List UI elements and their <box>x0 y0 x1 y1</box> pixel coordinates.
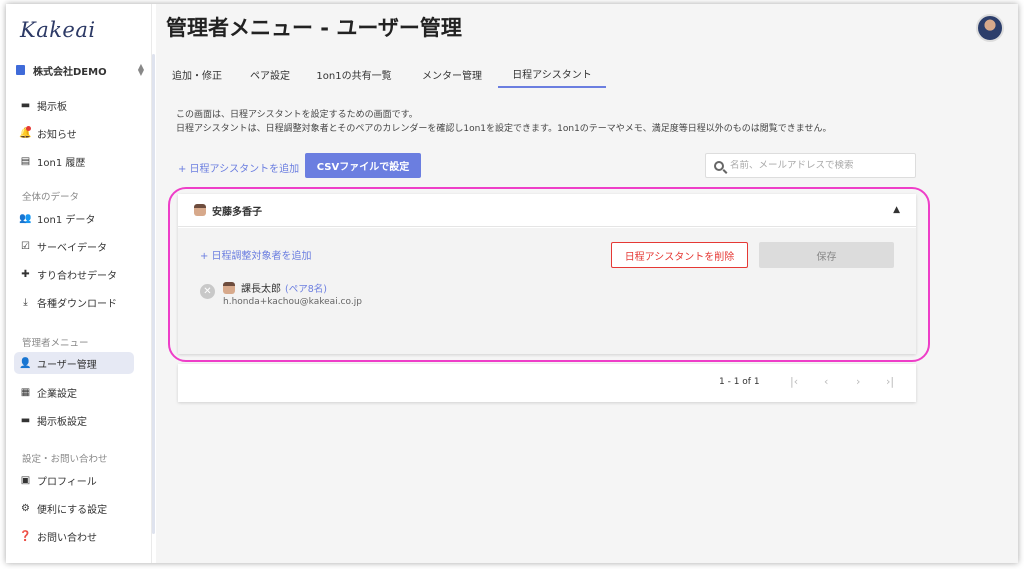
sidebar-item-label: ユーザー管理 <box>37 359 97 371</box>
building-icon <box>16 65 25 75</box>
gear-icon: ⚙ <box>21 502 30 514</box>
main-content: 管理者メニュー - ユーザー管理 追加・修正 ペア設定 1on1の共有一覧 メン… <box>156 4 1018 563</box>
sidebar-item-survey-data[interactable]: ☑ サーベイデータ <box>14 235 134 257</box>
puzzle-icon: ✚ <box>21 268 30 280</box>
sidebar-item-notifications[interactable]: 🔔 お知らせ <box>14 122 134 144</box>
sidebar-item-alignment-data[interactable]: ✚ すり合わせデータ <box>14 263 134 285</box>
sidebar-item-history[interactable]: ▤ 1on1 履歴 <box>14 150 134 172</box>
section-label-all-data: 全体のデータ <box>22 192 80 203</box>
section-label-admin: 管理者メニュー <box>22 338 89 349</box>
csv-settings-button[interactable]: CSVファイルで設定 <box>305 153 421 178</box>
sidebar-item-profile[interactable]: ▣ プロフィール <box>14 469 134 491</box>
tab-schedule-assistant[interactable]: 日程アシスタント <box>498 60 606 88</box>
description-line-1: この画面は、日程アシスタントを設定するための画面です。 <box>176 110 418 120</box>
download-icon: ⤓ <box>23 296 28 308</box>
notification-dot <box>26 125 31 131</box>
history-icon: ▤ <box>20 155 31 167</box>
sidebar-item-1on1-data[interactable]: 👥 1on1 データ <box>14 207 134 229</box>
description: この画面は、日程アシスタントを設定するための画面です。 日程アシスタントは、日程… <box>176 108 832 136</box>
tab-bar: 追加・修正 ペア設定 1on1の共有一覧 メンター管理 日程アシスタント <box>156 60 1018 88</box>
user-avatar[interactable] <box>976 14 1004 42</box>
sidebar-item-label: 掲示板 <box>37 101 67 113</box>
tab-1on1-shared-list[interactable]: 1on1の共有一覧 <box>312 60 396 88</box>
search-icon <box>714 160 724 171</box>
chevron-updown-icon: ▲ ▼ <box>137 62 144 77</box>
sidebar-item-label: 便利にする設定 <box>37 504 108 516</box>
company-name: 株式会社DEMO <box>33 66 107 78</box>
highlight-annotation <box>168 187 930 362</box>
help-icon: ❓ <box>19 530 32 542</box>
board-settings-icon: ▬ <box>20 414 31 426</box>
sidebar-item-label: 各種ダウンロード <box>37 298 117 310</box>
sidebar-item-board[interactable]: ▬ 掲示板 <box>14 94 134 116</box>
app-window: Kakeai 株式会社DEMO ▲ ▼ ▬ 掲示板 🔔 お知らせ ▤ 1on1 履… <box>6 4 1018 563</box>
sidebar-item-label: サーベイデータ <box>37 242 107 254</box>
prev-page-icon[interactable]: ‹ <box>824 375 828 388</box>
sidebar-item-preferences[interactable]: ⚙ 便利にする設定 <box>14 497 134 519</box>
sidebar-item-label: すり合わせデータ <box>37 270 117 282</box>
search-box[interactable] <box>705 153 916 178</box>
sidebar-item-label: お問い合わせ <box>37 532 97 544</box>
tab-mentor-management[interactable]: メンター管理 <box>412 60 492 88</box>
tab-pair-settings[interactable]: ペア設定 <box>242 60 298 88</box>
sidebar-item-board-settings[interactable]: ▬ 掲示板設定 <box>14 409 134 431</box>
sidebar-item-contact[interactable]: ❓ お問い合わせ <box>14 525 134 547</box>
tab-add-edit[interactable]: 追加・修正 <box>164 60 230 88</box>
sidebar-item-label: 1on1 履歴 <box>37 157 86 169</box>
profile-icon: ▣ <box>20 474 31 486</box>
sidebar-item-downloads[interactable]: ⤓ 各種ダウンロード <box>14 291 134 313</box>
sidebar: Kakeai 株式会社DEMO ▲ ▼ ▬ 掲示板 🔔 お知らせ ▤ 1on1 履… <box>6 4 155 563</box>
survey-icon: ☑ <box>21 240 30 252</box>
sidebar-item-label: 掲示板設定 <box>37 416 87 428</box>
user-manage-icon: 👤 <box>19 357 32 369</box>
page-title: 管理者メニュー - ユーザー管理 <box>166 16 462 40</box>
sidebar-item-label: お知らせ <box>37 129 77 141</box>
company-switcher[interactable]: 株式会社DEMO ▲ ▼ <box>16 62 144 78</box>
sidebar-item-label: プロフィール <box>37 476 97 488</box>
bell-icon: 🔔 <box>19 125 32 139</box>
add-assistant-link[interactable]: + 日程アシスタントを追加 <box>178 160 299 175</box>
pagination: 1 - 1 of 1 |‹ ‹ › ›| <box>178 364 916 402</box>
last-page-icon[interactable]: ›| <box>886 375 894 388</box>
sidebar-item-user-management[interactable]: 👤 ユーザー管理 <box>14 352 134 374</box>
people-icon: 👥 <box>19 212 32 224</box>
company-icon: ▦ <box>20 386 31 398</box>
app-logo: Kakeai <box>20 18 96 42</box>
pagination-range: 1 - 1 of 1 <box>719 377 760 387</box>
description-line-2: 日程アシスタントは、日程調整対象者とそのペアのカレンダーを確認し1on1を設定で… <box>176 124 832 134</box>
board-icon: ▬ <box>20 99 31 111</box>
sidebar-item-company-settings[interactable]: ▦ 企業設定 <box>14 381 134 403</box>
search-input[interactable] <box>730 160 900 171</box>
first-page-icon[interactable]: |‹ <box>790 375 798 388</box>
sidebar-item-label: 1on1 データ <box>37 214 96 226</box>
next-page-icon[interactable]: › <box>856 375 860 388</box>
section-label-settings: 設定・お問い合わせ <box>22 454 108 465</box>
sidebar-item-label: 企業設定 <box>37 388 77 400</box>
sidebar-scrollbar[interactable] <box>152 54 155 534</box>
